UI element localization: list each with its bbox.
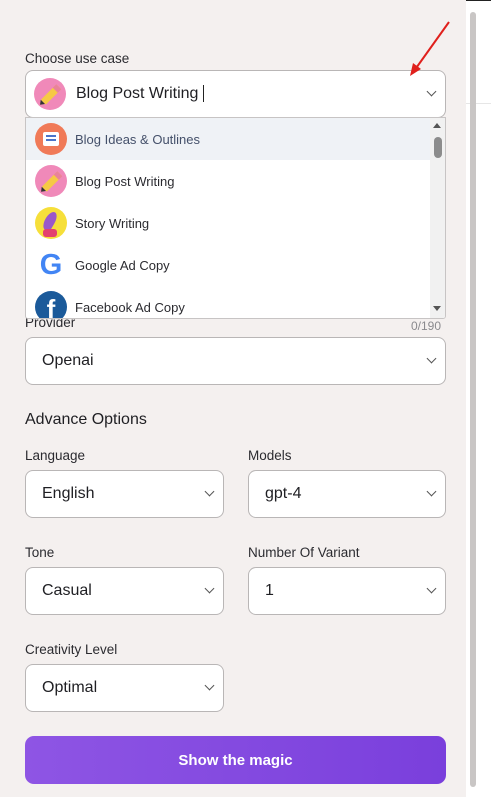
text-cursor	[203, 85, 205, 103]
models-value: gpt-4	[265, 485, 302, 502]
chevron-down-icon	[204, 680, 215, 691]
variant-select[interactable]: 1	[248, 567, 446, 615]
language-value: English	[42, 485, 95, 502]
provider-select[interactable]: Openai	[25, 337, 446, 385]
tone-label: Tone	[25, 545, 55, 560]
advance-options-heading: Advance Options	[25, 411, 147, 428]
scroll-up-icon[interactable]	[433, 123, 441, 128]
option-blog-post-writing[interactable]: Blog Post Writing	[26, 160, 431, 202]
facebook-icon: f	[35, 291, 67, 318]
provider-value: Openai	[42, 352, 94, 369]
pencil-icon	[34, 78, 66, 110]
models-select[interactable]: gpt-4	[248, 470, 446, 518]
chevron-down-icon	[426, 353, 437, 364]
outline-doc-icon	[35, 123, 67, 155]
dropdown-scrollbar[interactable]	[430, 118, 445, 318]
annotation-arrow-icon	[410, 21, 450, 76]
use-case-label: Choose use case	[25, 51, 130, 66]
google-icon: G	[35, 249, 67, 281]
option-facebook-ad-copy[interactable]: f Facebook Ad Copy	[26, 286, 431, 318]
panel-scrollbar[interactable]	[470, 12, 476, 787]
chevron-down-icon	[426, 583, 437, 594]
scroll-down-icon[interactable]	[433, 306, 441, 311]
option-story-writing[interactable]: Story Writing	[26, 202, 431, 244]
option-label: Google Ad Copy	[75, 257, 170, 273]
models-label: Models	[248, 448, 292, 463]
creativity-select[interactable]: Optimal	[25, 664, 224, 712]
quill-icon	[35, 207, 67, 239]
chevron-down-icon	[204, 486, 215, 497]
creativity-label: Creativity Level	[25, 642, 118, 657]
option-blog-ideas-outlines[interactable]: Blog Ideas & Outlines	[26, 118, 431, 160]
creativity-value: Optimal	[42, 679, 98, 696]
option-label: Facebook Ad Copy	[75, 299, 185, 315]
variant-value: 1	[265, 582, 274, 599]
option-label: Story Writing	[75, 215, 150, 231]
scroll-thumb[interactable]	[434, 137, 442, 158]
option-label: Blog Post Writing	[75, 173, 175, 189]
language-label: Language	[25, 448, 86, 463]
language-select[interactable]: English	[25, 470, 224, 518]
chevron-down-icon[interactable]	[426, 86, 437, 97]
use-case-select[interactable]: Blog Post Writing	[25, 70, 446, 118]
option-label: Blog Ideas & Outlines	[75, 131, 201, 147]
pencil-icon	[35, 165, 67, 197]
show-magic-button[interactable]: Show the magic	[25, 736, 446, 784]
use-case-selected-value[interactable]: Blog Post Writing	[76, 85, 205, 103]
tone-select[interactable]: Casual	[25, 567, 224, 615]
use-case-dropdown[interactable]: Blog Ideas & Outlines Blog Post Writing …	[25, 117, 446, 319]
chevron-down-icon	[426, 486, 437, 497]
character-counter: 0/190	[411, 319, 442, 333]
chevron-down-icon	[204, 583, 215, 594]
option-google-ad-copy[interactable]: G Google Ad Copy	[26, 244, 431, 286]
variant-label: Number Of Variant	[248, 545, 360, 560]
tone-value: Casual	[42, 582, 92, 599]
